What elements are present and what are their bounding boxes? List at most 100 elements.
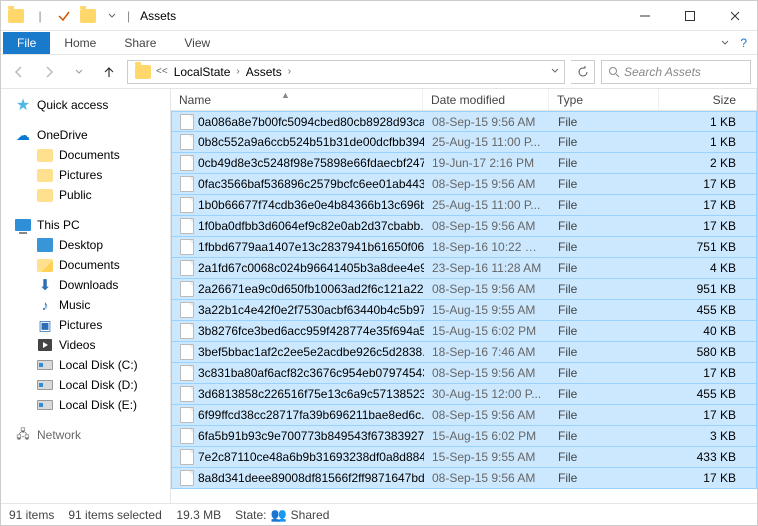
- tree-disk-c[interactable]: Local Disk (C:): [3, 355, 168, 375]
- table-row[interactable]: 3d6813858c226516f75e13c6a9c571385239...3…: [171, 384, 757, 405]
- qat-dropdown-icon[interactable]: [101, 5, 123, 27]
- cell-date: 18-Sep-16 7:46 AM: [424, 345, 550, 359]
- table-row[interactable]: 1b0b66677f74cdb36e0e4b84366b13c696b...25…: [171, 195, 757, 216]
- table-row[interactable]: 6f99ffcd38cc28717fa39b696211bae8ed6c...0…: [171, 405, 757, 426]
- file-icon: [180, 134, 194, 150]
- tree-videos[interactable]: Videos: [3, 335, 168, 355]
- table-row[interactable]: 1f0ba0dfbb3d6064ef9c82e0ab2d37cbabb...08…: [171, 216, 757, 237]
- forward-button[interactable]: [37, 60, 61, 84]
- tree-network[interactable]: 🖧 Network: [3, 425, 168, 445]
- qat-separator: |: [29, 5, 51, 27]
- table-row[interactable]: 2a26671ea9c0d650fb10063ad2f6c121a22d...0…: [171, 279, 757, 300]
- cell-name: 0fac3566baf536896c2579bcfc6ee01ab443...: [172, 176, 424, 192]
- chevron-right-icon[interactable]: ›: [236, 66, 239, 77]
- back-button[interactable]: [7, 60, 31, 84]
- ribbon-tabs: File Home Share View ?: [1, 31, 757, 55]
- tree-onedrive-documents[interactable]: Documents: [3, 145, 168, 165]
- cell-size: 40 KB: [660, 324, 756, 338]
- properties-icon[interactable]: [53, 5, 75, 27]
- cell-type: File: [550, 366, 660, 380]
- cell-type: File: [550, 156, 660, 170]
- table-row[interactable]: 3a22b1c4e42f0e2f7530acbf63440b4c5b97...1…: [171, 300, 757, 321]
- tab-view[interactable]: View: [170, 32, 224, 54]
- cell-type: File: [550, 135, 660, 149]
- table-row[interactable]: 2a1fd67c0068c024b96641405b3a8dee4e9...23…: [171, 258, 757, 279]
- table-row[interactable]: 3bef5bbac1af2c2ee5e2acdbe926c5d2838...18…: [171, 342, 757, 363]
- cloud-icon: ☁: [15, 127, 31, 143]
- cell-date: 19-Jun-17 2:16 PM: [424, 156, 550, 170]
- tree-this-pc[interactable]: This PC: [3, 215, 168, 235]
- table-row[interactable]: 0a086a8e7b00fc5094cbed80cb8928d93ca...08…: [171, 111, 757, 132]
- cell-size: 4 KB: [660, 261, 756, 275]
- tab-file[interactable]: File: [3, 32, 50, 54]
- cell-size: 580 KB: [660, 345, 756, 359]
- address-bar[interactable]: << LocalState › Assets ›: [127, 60, 565, 84]
- table-row[interactable]: 6fa5b91b93c9e700773b849543f67383927c...1…: [171, 426, 757, 447]
- tree-pictures[interactable]: ▣Pictures: [3, 315, 168, 335]
- column-date[interactable]: Date modified: [423, 89, 549, 110]
- tree-onedrive[interactable]: ☁ OneDrive: [3, 125, 168, 145]
- search-input[interactable]: Search Assets: [601, 60, 751, 84]
- tree-desktop[interactable]: Desktop: [3, 235, 168, 255]
- refresh-button[interactable]: [571, 60, 595, 84]
- new-folder-icon[interactable]: [77, 5, 99, 27]
- help-icon[interactable]: ?: [740, 36, 747, 50]
- cell-name: 2a26671ea9c0d650fb10063ad2f6c121a22d...: [172, 281, 424, 297]
- tab-home[interactable]: Home: [50, 32, 110, 54]
- column-name[interactable]: Name: [171, 89, 423, 110]
- tree-quick-access[interactable]: ★ Quick access: [3, 95, 168, 115]
- table-row[interactable]: 1fbbd6779aa1407e13c2837941b61650f06f...1…: [171, 237, 757, 258]
- network-icon: 🖧: [15, 427, 31, 443]
- video-icon: [37, 337, 53, 353]
- file-icon: [180, 323, 194, 339]
- cell-type: File: [550, 240, 660, 254]
- cell-type: File: [550, 471, 660, 485]
- up-button[interactable]: [97, 60, 121, 84]
- ribbon-expand-icon[interactable]: [720, 36, 730, 50]
- table-row[interactable]: 8a8d341deee89008df81566f2ff9871647bd...0…: [171, 468, 757, 489]
- file-icon: [180, 407, 194, 423]
- file-icon: [180, 344, 194, 360]
- navigation-tree[interactable]: ★ Quick access ☁ OneDrive Documents Pict…: [1, 89, 171, 503]
- tab-share[interactable]: Share: [110, 32, 170, 54]
- window-title: Assets: [140, 9, 176, 23]
- chevron-right-icon[interactable]: ›: [288, 66, 291, 77]
- chevron-right-icon[interactable]: <<: [156, 66, 168, 77]
- table-row[interactable]: 0b8c552a9a6ccb524b51b31de00dcfbb394...25…: [171, 132, 757, 153]
- cell-date: 08-Sep-15 9:56 AM: [424, 366, 550, 380]
- table-row[interactable]: 7e2c87110ce48a6b9b31693238df0a8d884...15…: [171, 447, 757, 468]
- status-bar: 91 items 91 items selected 19.3 MB State…: [1, 503, 757, 525]
- file-icon: [180, 197, 194, 213]
- column-type[interactable]: Type: [549, 89, 659, 110]
- recent-dropdown-icon[interactable]: [67, 60, 91, 84]
- cell-date: 15-Aug-15 6:02 PM: [424, 429, 550, 443]
- breadcrumb-parent[interactable]: LocalState: [170, 65, 235, 79]
- tree-music[interactable]: ♪Music: [3, 295, 168, 315]
- table-row[interactable]: 3c831ba80af6acf82c3676c954eb07974543...0…: [171, 363, 757, 384]
- table-row[interactable]: 0fac3566baf536896c2579bcfc6ee01ab443...0…: [171, 174, 757, 195]
- cell-type: File: [550, 387, 660, 401]
- tree-disk-d[interactable]: Local Disk (D:): [3, 375, 168, 395]
- close-button[interactable]: [712, 1, 757, 31]
- file-list[interactable]: 0a086a8e7b00fc5094cbed80cb8928d93ca...08…: [171, 111, 757, 503]
- cell-size: 951 KB: [660, 282, 756, 296]
- tree-downloads[interactable]: ⬇Downloads: [3, 275, 168, 295]
- file-view: Name ▲ Date modified Type Size 0a086a8e7…: [171, 89, 757, 503]
- addr-dropdown-icon[interactable]: [550, 65, 560, 79]
- tree-disk-e[interactable]: Local Disk (E:): [3, 395, 168, 415]
- minimize-button[interactable]: [622, 1, 667, 31]
- main-pane: ★ Quick access ☁ OneDrive Documents Pict…: [1, 89, 757, 503]
- music-icon: ♪: [37, 297, 53, 313]
- cell-name: 3b8276fce3bed6acc959f428774e35f694a5...: [172, 323, 424, 339]
- tree-documents[interactable]: Documents: [3, 255, 168, 275]
- cell-name: 1b0b66677f74cdb36e0e4b84366b13c696b...: [172, 197, 424, 213]
- table-row[interactable]: 3b8276fce3bed6acc959f428774e35f694a5...1…: [171, 321, 757, 342]
- cell-type: File: [550, 177, 660, 191]
- column-size[interactable]: Size: [659, 89, 757, 110]
- maximize-button[interactable]: [667, 1, 712, 31]
- tree-onedrive-pictures[interactable]: Pictures: [3, 165, 168, 185]
- table-row[interactable]: 0cb49d8e3c5248f98e75898e66fdaecbf247...1…: [171, 153, 757, 174]
- tree-onedrive-public[interactable]: Public: [3, 185, 168, 205]
- breadcrumb-current[interactable]: Assets: [242, 65, 286, 79]
- cell-date: 08-Sep-15 9:56 AM: [424, 408, 550, 422]
